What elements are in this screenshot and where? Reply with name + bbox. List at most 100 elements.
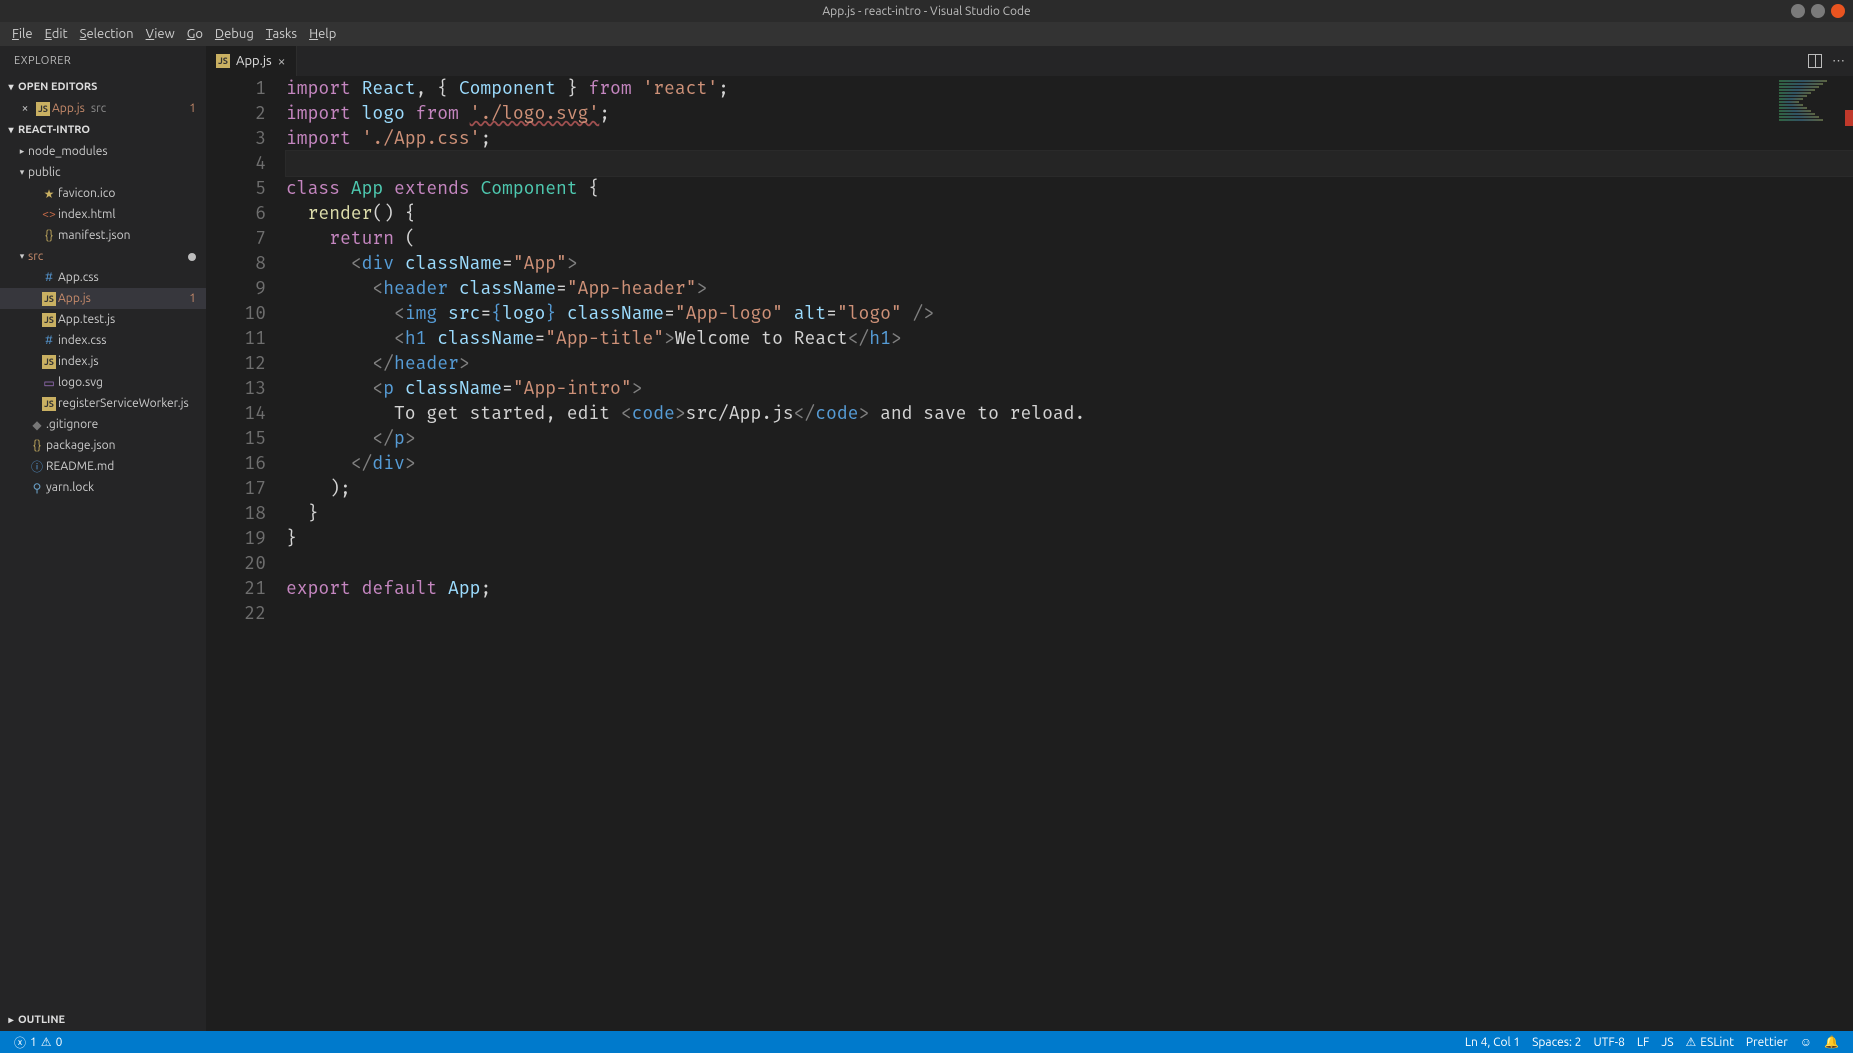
split-editor-icon[interactable] <box>1808 54 1822 68</box>
code-line[interactable] <box>286 551 1853 576</box>
status-encoding[interactable]: UTF-8 <box>1587 1036 1630 1049</box>
line-number: 5 <box>206 176 266 201</box>
line-number: 20 <box>206 551 266 576</box>
file-logo-svg[interactable]: ▭logo.svg <box>0 372 206 393</box>
code-line[interactable]: render() { <box>286 201 1853 226</box>
tab-app-js[interactable]: JS App.js × <box>206 46 297 76</box>
tree-label: App.test.js <box>58 313 206 326</box>
menu-file[interactable]: File <box>6 27 39 41</box>
status-linter[interactable]: ⚠ ESLint <box>1680 1035 1740 1049</box>
file-index-js[interactable]: JSindex.js <box>0 351 206 372</box>
menubar: FileEditSelectionViewGoDebugTasksHelp <box>0 22 1853 46</box>
chevron-down-icon: ▾ <box>16 251 28 262</box>
project-header[interactable]: ▾ REACT-INTRO <box>0 119 206 141</box>
open-editors-list: ×JSApp.jssrc1 <box>0 98 206 119</box>
code-line[interactable]: <img src={logo} className="App-logo" alt… <box>286 301 1853 326</box>
line-number: 3 <box>206 126 266 151</box>
code-line[interactable]: <header className="App-header"> <box>286 276 1853 301</box>
status-cursor-position[interactable]: Ln 4, Col 1 <box>1459 1036 1526 1049</box>
status-problems[interactable]: ⓧ 1 ⚠ 0 <box>8 1034 68 1051</box>
status-eol[interactable]: LF <box>1631 1036 1655 1049</box>
code-line[interactable]: class App extends Component { <box>286 176 1853 201</box>
menu-help[interactable]: Help <box>303 27 342 41</box>
code-line[interactable]: export default App; <box>286 576 1853 601</box>
close-window-button[interactable] <box>1831 4 1845 18</box>
maximize-button[interactable] <box>1811 4 1825 18</box>
tree-label: public <box>28 166 206 179</box>
menu-selection[interactable]: Selection <box>74 27 140 41</box>
code-line[interactable] <box>286 151 1853 176</box>
outline-header[interactable]: ▸ OUTLINE <box>0 1009 206 1031</box>
more-actions-icon[interactable]: ⋯ <box>1832 54 1845 69</box>
folder-node-modules[interactable]: ▸node_modules <box>0 141 206 162</box>
code-line[interactable]: </div> <box>286 451 1853 476</box>
code-line[interactable] <box>286 601 1853 626</box>
titlebar: App.js - react-intro - Visual Studio Cod… <box>0 0 1853 22</box>
code-line[interactable]: <h1 className="App-title">Welcome to Rea… <box>286 326 1853 351</box>
tree-label: src <box>28 250 188 263</box>
file--gitignore[interactable]: ◆.gitignore <box>0 414 206 435</box>
open-editor-item[interactable]: ×JSApp.jssrc1 <box>0 98 206 119</box>
close-tab-icon[interactable]: × <box>278 53 286 69</box>
file-favicon-ico[interactable]: ★favicon.ico <box>0 183 206 204</box>
js-file-icon: JS <box>216 54 230 68</box>
folder-src[interactable]: ▾src <box>0 246 206 267</box>
svg-file-icon: ▭ <box>43 376 54 390</box>
js-file-icon: JS <box>42 313 56 327</box>
outline-label: OUTLINE <box>18 1014 65 1026</box>
code-line[interactable]: } <box>286 526 1853 551</box>
editor-actions: ⋯ <box>1800 46 1853 76</box>
menu-edit[interactable]: Edit <box>39 27 74 41</box>
editor-body[interactable]: 12345678910111213141516171819202122 impo… <box>206 76 1853 1031</box>
favicon-icon: ★ <box>44 187 55 201</box>
file-manifest-json[interactable]: {}manifest.json <box>0 225 206 246</box>
file-package-json[interactable]: {}package.json <box>0 435 206 456</box>
menu-go[interactable]: Go <box>181 27 209 41</box>
close-icon[interactable]: × <box>16 102 34 115</box>
file-index-css[interactable]: #index.css <box>0 330 206 351</box>
error-icon: ⓧ <box>14 1034 26 1051</box>
code-line[interactable]: import logo from './logo.svg'; <box>286 101 1853 126</box>
code-line[interactable]: <div className="App"> <box>286 251 1853 276</box>
code-line[interactable]: return ( <box>286 226 1853 251</box>
status-language[interactable]: JS <box>1655 1036 1679 1049</box>
code-line[interactable]: import React, { Component } from 'react'… <box>286 76 1853 101</box>
open-editors-header[interactable]: ▾ OPEN EDITORS <box>0 76 206 98</box>
line-number: 6 <box>206 201 266 226</box>
file-yarn-lock[interactable]: ⚲yarn.lock <box>0 477 206 498</box>
code-line[interactable]: import './App.css'; <box>286 126 1853 151</box>
file-app-test-js[interactable]: JSApp.test.js <box>0 309 206 330</box>
file-readme-md[interactable]: ⓘREADME.md <box>0 456 206 477</box>
js-file-icon: JS <box>42 292 56 306</box>
tree-label: manifest.json <box>58 229 206 242</box>
line-number: 18 <box>206 501 266 526</box>
status-feedback-icon[interactable]: ☺ <box>1794 1035 1818 1049</box>
code-line[interactable]: To get started, edit <code>src/App.js</c… <box>286 401 1853 426</box>
line-number: 7 <box>206 226 266 251</box>
line-number: 1 <box>206 76 266 101</box>
status-notifications-icon[interactable]: 🔔 <box>1818 1035 1845 1049</box>
code-line[interactable]: </p> <box>286 426 1853 451</box>
code-line[interactable]: </header> <box>286 351 1853 376</box>
file-app-css[interactable]: #App.css <box>0 267 206 288</box>
line-number: 11 <box>206 326 266 351</box>
menu-tasks[interactable]: Tasks <box>260 27 303 41</box>
json-file-icon: {} <box>33 439 41 452</box>
code-line[interactable]: ); <box>286 476 1853 501</box>
file-registerserviceworker-js[interactable]: JSregisterServiceWorker.js <box>0 393 206 414</box>
menu-view[interactable]: View <box>140 27 181 41</box>
folder-public[interactable]: ▾public <box>0 162 206 183</box>
menu-debug[interactable]: Debug <box>209 27 260 41</box>
tree-label: README.md <box>46 460 206 473</box>
status-formatter[interactable]: Prettier <box>1740 1036 1794 1049</box>
file-tree: ▸node_modules▾public★favicon.ico<>index.… <box>0 141 206 498</box>
minimize-button[interactable] <box>1791 4 1805 18</box>
file-app-js[interactable]: JSApp.js1 <box>0 288 206 309</box>
file-index-html[interactable]: <>index.html <box>0 204 206 225</box>
code-line[interactable]: <p className="App-intro"> <box>286 376 1853 401</box>
code-line[interactable]: } <box>286 501 1853 526</box>
code-content[interactable]: import React, { Component } from 'react'… <box>286 76 1853 1031</box>
line-number: 2 <box>206 101 266 126</box>
chevron-right-icon: ▸ <box>16 146 28 157</box>
status-indentation[interactable]: Spaces: 2 <box>1526 1036 1587 1049</box>
